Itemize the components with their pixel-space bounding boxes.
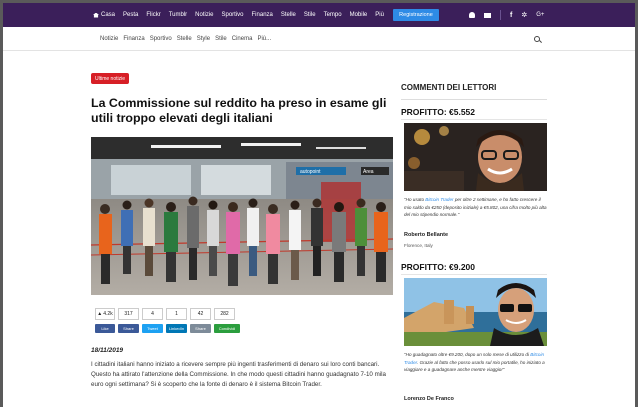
section-item-style[interactable]: Style	[197, 36, 210, 42]
nav-item-pesta[interactable]: Pesta	[123, 12, 138, 18]
article-body: I cittadini italiani hanno iniziato a ri…	[91, 361, 386, 388]
sidebar-heading: COMMENTI DEI LETTORI	[401, 83, 497, 92]
top-navigation-bar: Casa Pesta Flickr Tumblr Notizie Sportiv…	[3, 3, 635, 27]
mail-icon[interactable]	[484, 12, 491, 18]
section-item-notizie[interactable]: Notizie	[100, 36, 118, 42]
share-buttons: Like Share Tweet LinkedIn Share Condivid…	[95, 324, 240, 333]
divider	[401, 119, 547, 120]
email-share-button[interactable]: Share	[190, 324, 211, 333]
search-icon[interactable]	[534, 36, 540, 42]
condividi-button[interactable]: Condividi	[214, 324, 240, 333]
quote-text: "Ho guadagnato oltre €9.200, dopo un sol…	[404, 352, 531, 357]
divider	[500, 10, 501, 20]
product-link[interactable]: Bitcoin Trader	[425, 197, 453, 202]
quote-text: . Grazie al fatto che posso usarlo sul m…	[404, 359, 545, 373]
quote-text: "Ho usato	[404, 197, 426, 202]
share-count-facebook: 317	[118, 308, 139, 320]
nav-item-sportivo[interactable]: Sportivo	[222, 12, 244, 18]
nav-item-home[interactable]: Casa	[93, 12, 115, 18]
section-item-finanza[interactable]: Finanza	[123, 36, 144, 42]
divider	[401, 99, 547, 100]
reader-photo	[404, 278, 547, 346]
facebook-icon[interactable]: f	[510, 12, 512, 19]
reader-name: Lorenzo De Franco	[404, 396, 454, 402]
nav-item-flickr[interactable]: Flickr	[146, 12, 160, 18]
share-count-linkedin: 1	[166, 308, 187, 320]
section-item-stelle[interactable]: Stelle	[177, 36, 192, 42]
linkedin-share-button[interactable]: LinkedIn	[166, 324, 187, 333]
count-value: 4.2k	[103, 311, 113, 317]
article-photo: autopoint Area	[91, 137, 393, 295]
profit-title: PROFITTO: €5.552	[401, 107, 476, 117]
notification-icon[interactable]	[469, 12, 475, 18]
nav-item-piu[interactable]: Più	[375, 12, 384, 18]
profit-title: PROFITTO: €9.200	[401, 262, 476, 272]
section-navigation: Notizie Finanza Sportivo Stelle Style St…	[3, 27, 635, 51]
man-portrait-illustration	[404, 123, 547, 191]
like-count[interactable]: ▲ 4.2k	[95, 308, 115, 320]
register-button[interactable]: Registrazione	[393, 9, 439, 21]
reader-photo	[404, 123, 547, 191]
section-item-piu[interactable]: Più...	[257, 36, 271, 42]
section-nav-items: Notizie Finanza Sportivo Stelle Style St…	[100, 36, 271, 42]
reader-quote: "Ho usato Bitcoin Trader per oltre 2 set…	[404, 196, 547, 219]
article-title: La Commissione sul reddito ha preso in e…	[91, 96, 387, 125]
nav-item-finanza[interactable]: Finanza	[252, 12, 273, 18]
reader-quote: "Ho guadagnato oltre €9.200, dopo un sol…	[404, 351, 547, 374]
nav-item-stelle[interactable]: Stelle	[281, 12, 296, 18]
nav-item-mobile[interactable]: Mobile	[350, 12, 368, 18]
share-count-email: 42	[190, 308, 211, 320]
section-item-cinema[interactable]: Cinema	[232, 36, 253, 42]
crowd-photo-illustration: autopoint Area	[91, 137, 393, 295]
nav-item-tumblr[interactable]: Tumblr	[169, 12, 187, 18]
photo-sign-text-2: Area	[363, 169, 374, 175]
share-counters: ▲ 4.2k 317 4 1 42 282	[95, 308, 235, 320]
latest-news-badge[interactable]: Ultime notizie	[91, 73, 130, 84]
twitter-icon[interactable]: ✲	[521, 11, 527, 19]
divider	[401, 274, 547, 275]
share-count-total: 282	[214, 308, 235, 320]
section-item-stile[interactable]: Stile	[215, 36, 227, 42]
share-count-twitter: 4	[142, 308, 163, 320]
thumb-icon: ▲	[97, 311, 103, 317]
home-icon	[93, 12, 99, 18]
photo-sign-text: autopoint	[300, 169, 321, 175]
top-icons: f ✲ G+	[469, 3, 544, 27]
facebook-share-button[interactable]: Share	[118, 324, 139, 333]
facebook-like-button[interactable]: Like	[95, 324, 115, 333]
nav-item-stile[interactable]: Stile	[304, 12, 316, 18]
nav-item-label: Casa	[101, 12, 116, 18]
section-item-sportivo[interactable]: Sportivo	[150, 36, 172, 42]
nav-item-notizie[interactable]: Notizie	[195, 12, 213, 18]
nav-item-tempo[interactable]: Tempo	[324, 12, 342, 18]
man-coast-portrait-illustration	[404, 278, 547, 346]
top-nav-menu: Casa Pesta Flickr Tumblr Notizie Sportiv…	[93, 12, 392, 18]
article-date: 18/11/2019	[91, 347, 124, 354]
reader-name: Roberto Bellante	[404, 232, 449, 238]
browser-page: Casa Pesta Flickr Tumblr Notizie Sportiv…	[3, 3, 635, 407]
google-plus-icon[interactable]: G+	[536, 12, 544, 18]
tweet-button[interactable]: Tweet	[142, 324, 163, 333]
reader-location: Florence, Italy	[404, 243, 433, 248]
